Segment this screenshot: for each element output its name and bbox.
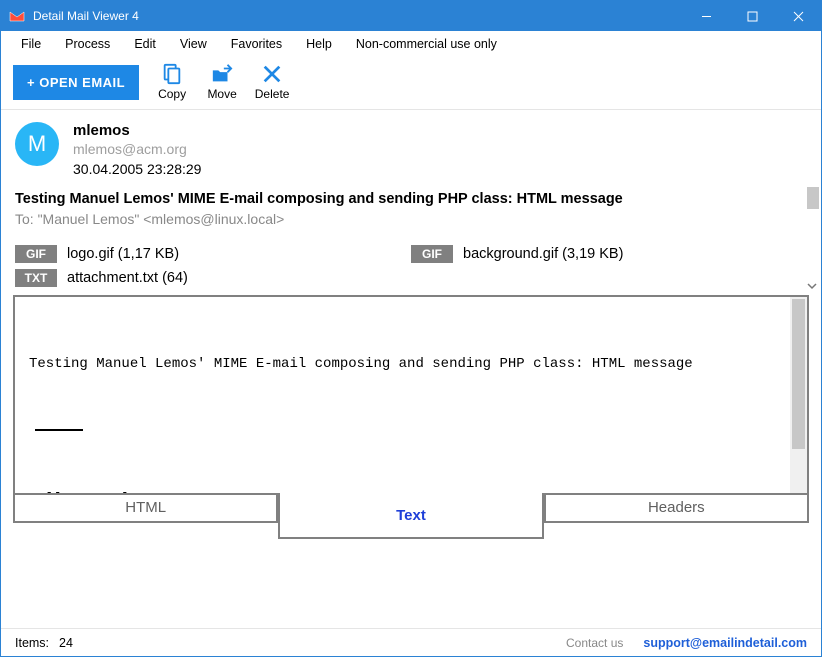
attachment-item[interactable]: GIF background.gif (3,19 KB) [411,245,807,263]
attachment-name: background.gif (3,19 KB) [463,246,623,262]
move-button[interactable]: Move [203,63,241,101]
attachment-badge: GIF [411,245,453,263]
body-line: Testing Manuel Lemos' MIME E-mail compos… [29,354,776,376]
maximize-button[interactable] [729,1,775,31]
move-label: Move [207,87,236,101]
contact-us-label: Contact us [566,636,623,650]
copy-label: Copy [158,87,186,101]
window-title: Detail Mail Viewer 4 [33,9,139,23]
copy-icon [161,63,183,85]
delete-label: Delete [255,87,290,101]
message-body-text[interactable]: Testing Manuel Lemos' MIME E-mail compos… [15,297,790,493]
delete-button[interactable]: Delete [253,63,291,101]
sender-date: 30.04.2005 23:28:29 [73,161,201,177]
attachment-badge: TXT [15,269,57,287]
sender-block: M mlemos mlemos@acm.org 30.04.2005 23:28… [1,110,821,183]
open-email-button[interactable]: + OPEN EMAIL [13,65,139,100]
tab-text[interactable]: Text [278,493,543,539]
titlebar: Detail Mail Viewer 4 [1,1,821,31]
attachment-name: attachment.txt (64) [67,270,188,286]
menu-view[interactable]: View [170,34,217,54]
message-subject: Testing Manuel Lemos' MIME E-mail compos… [15,191,807,207]
avatar: M [15,122,59,166]
menu-file[interactable]: File [11,34,51,54]
attachments-panel: GIF logo.gif (1,17 KB) TXT attachment.tx… [1,231,821,289]
menu-noncommercial[interactable]: Non-commercial use only [346,34,507,54]
message-to: To: "Manuel Lemos" <mlemos@linux.local> [15,211,807,227]
close-button[interactable] [775,1,821,31]
subject-block: Testing Manuel Lemos' MIME E-mail compos… [1,183,821,231]
move-icon [211,63,233,85]
view-tabs: HTML Text Headers [13,495,809,541]
sender-email: mlemos@acm.org [73,141,201,157]
statusbar: Items: 24 Contact us support@emailindeta… [1,628,821,656]
minimize-button[interactable] [683,1,729,31]
tab-headers[interactable]: Headers [544,493,809,523]
menu-favorites[interactable]: Favorites [221,34,292,54]
message-body-panel: Testing Manuel Lemos' MIME E-mail compos… [13,295,809,495]
attachment-badge: GIF [15,245,57,263]
delete-icon [261,63,283,85]
header-scrollbar-thumb[interactable] [807,187,819,209]
menu-process[interactable]: Process [55,34,120,54]
copy-button[interactable]: Copy [153,63,191,101]
tab-html[interactable]: HTML [13,493,278,523]
app-icon [9,8,25,24]
attachment-item[interactable]: TXT attachment.txt (64) [15,269,411,287]
attachment-item[interactable]: GIF logo.gif (1,17 KB) [15,245,411,263]
sender-name: mlemos [73,122,201,139]
body-scrollbar-thumb[interactable] [792,299,805,449]
menubar: File Process Edit View Favorites Help No… [1,31,821,57]
attachments-scroll-down-icon[interactable] [805,279,819,293]
body-scrollbar[interactable] [790,297,807,493]
toolbar: + OPEN EMAIL Copy Move Delete [1,57,821,110]
body-divider [35,429,83,431]
menu-edit[interactable]: Edit [124,34,166,54]
items-count: 24 [59,636,73,650]
items-label: Items: [15,636,49,650]
attachment-name: logo.gif (1,17 KB) [67,246,179,262]
support-email-link[interactable]: support@emailindetail.com [643,636,807,650]
menu-help[interactable]: Help [296,34,342,54]
